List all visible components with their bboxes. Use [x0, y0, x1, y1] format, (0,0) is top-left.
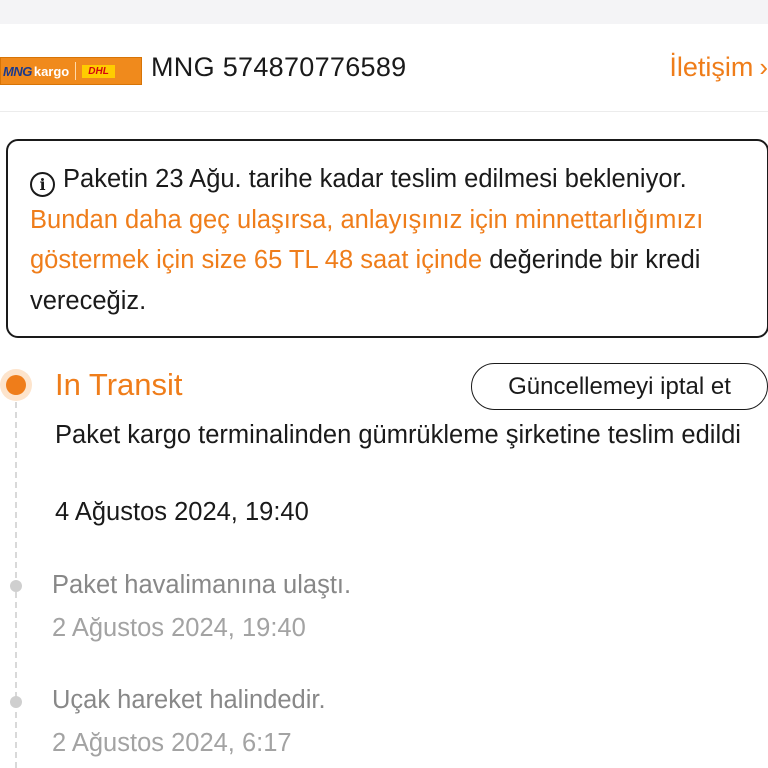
- carrier-logo: MNG kargo DHL: [0, 57, 142, 85]
- event-time: 2 Ağustos 2024, 6:17: [52, 729, 292, 757]
- contact-label: İletişim: [669, 52, 754, 82]
- timeline-dot-active: [6, 375, 26, 395]
- cancel-update-button[interactable]: Güncellemeyi iptal et: [471, 363, 768, 410]
- contact-link[interactable]: İletişim ›: [669, 52, 768, 83]
- delivery-notice: i Paketin 23 Ağu. tarihe kadar teslim edi…: [6, 139, 768, 338]
- shipment-header: MNG kargo DHL MNG 574870776589 İletişim …: [0, 24, 768, 112]
- logo-mng-text: MNG: [3, 63, 32, 79]
- event-description: Paket kargo terminalinden gümrükleme şir…: [55, 421, 741, 449]
- event-time: 4 Ağustos 2024, 19:40: [55, 498, 309, 526]
- logo-kargo-text: kargo: [33, 63, 70, 79]
- logo-divider: [75, 62, 77, 80]
- event-description: Paket havalimanına ulaştı.: [52, 571, 352, 599]
- notice-text: Paketin 23 Ağu. tarihe kadar teslim edil…: [63, 165, 687, 193]
- status-title: In Transit: [55, 367, 183, 402]
- event-description: Uçak hareket halindedir.: [52, 686, 326, 714]
- logo-dhl-text: DHL: [82, 64, 115, 78]
- tracking-number: MNG 574870776589: [151, 52, 407, 82]
- event-time: 2 Ağustos 2024, 19:40: [52, 614, 306, 642]
- timeline-dot: [10, 696, 22, 708]
- top-bar-strip: [0, 0, 768, 24]
- info-icon: i: [30, 172, 55, 197]
- timeline-dot: [10, 580, 22, 592]
- chevron-right-icon: ›: [759, 52, 768, 82]
